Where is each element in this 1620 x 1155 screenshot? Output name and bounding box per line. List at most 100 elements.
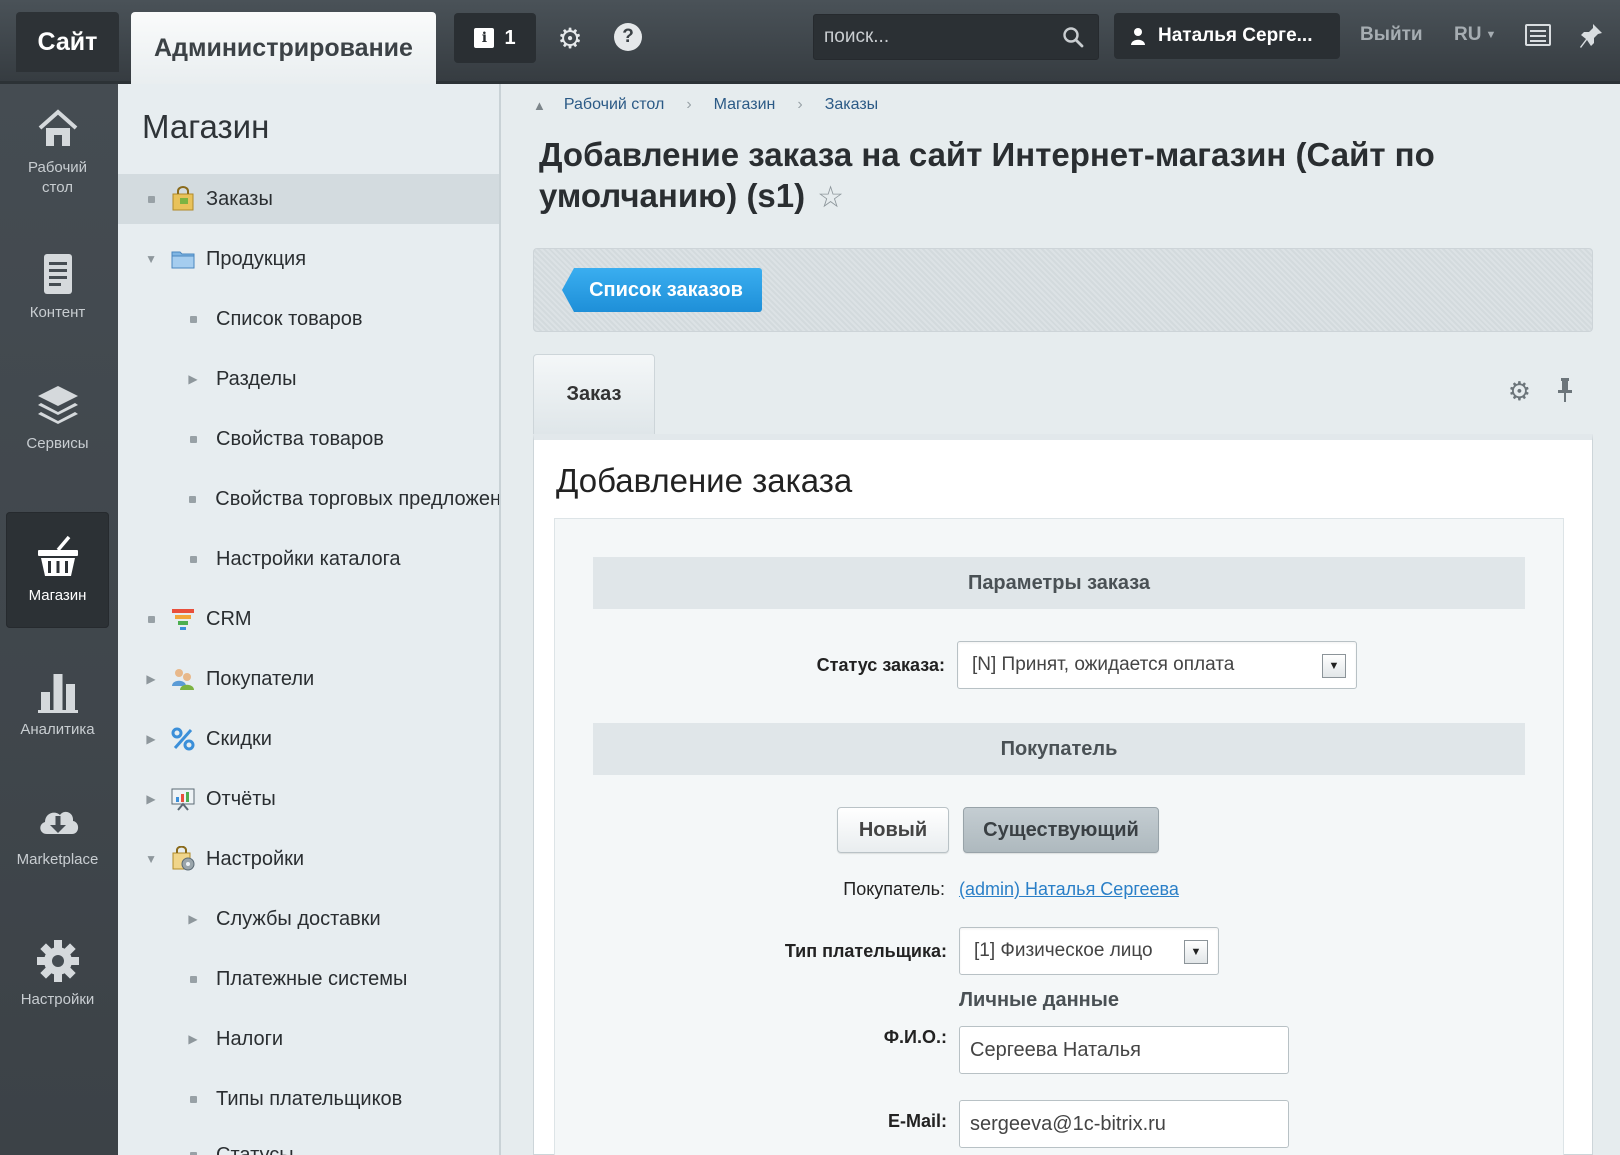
- document-icon: [43, 254, 72, 294]
- logout-link[interactable]: Выйти: [1360, 24, 1423, 46]
- dropdown-arrow-icon: ▼: [1322, 654, 1346, 678]
- menu-item-discounts[interactable]: ▶ Скидки: [118, 714, 499, 764]
- menu-item-settings[interactable]: ▼ Настройки: [118, 834, 499, 884]
- pin-tab-icon[interactable]: [1555, 376, 1575, 404]
- presentation-board-icon: [171, 788, 195, 811]
- search-input[interactable]: [824, 15, 1054, 59]
- pin-icon[interactable]: [1578, 22, 1604, 50]
- rail-item-marketplace[interactable]: Marketplace: [6, 776, 109, 892]
- order-list-button[interactable]: Список заказов: [562, 268, 762, 312]
- top-bar: Сайт Администрирование i 1 ⚙ ? Наталья С…: [0, 0, 1620, 84]
- collapsed-arrow-icon[interactable]: ▶: [188, 912, 198, 926]
- funnel-icon: [172, 609, 194, 630]
- buyer-label: Покупатель:: [843, 879, 945, 899]
- status-label: Статус заказа:: [816, 655, 945, 675]
- menu-item-product-properties[interactable]: Свойства товаров: [118, 414, 499, 464]
- notifications-count: 1: [504, 26, 516, 49]
- breadcrumb: ▲ Рабочий стол › Магазин › Заказы: [533, 96, 878, 114]
- chevron-right-icon: ›: [797, 96, 803, 113]
- email-input[interactable]: [959, 1100, 1289, 1148]
- collapsed-arrow-icon[interactable]: ▶: [146, 732, 156, 746]
- site-tab[interactable]: Сайт: [16, 12, 119, 72]
- settings-bag-icon: [172, 846, 195, 871]
- menu-item-reports[interactable]: ▶ Отчёты: [118, 774, 499, 824]
- user-menu-button[interactable]: Наталья Серге...: [1114, 13, 1340, 59]
- keyboard-icon[interactable]: [1525, 24, 1551, 46]
- menu-item-product-list[interactable]: Список товаров: [118, 294, 499, 344]
- rail-item-settings[interactable]: Настройки: [6, 916, 109, 1032]
- rail-item-desktop[interactable]: Рабочий стол: [6, 94, 109, 210]
- email-label: E-Mail:: [887, 1111, 947, 1131]
- status-select[interactable]: [N] Принят, ожидается оплата ▼: [957, 641, 1357, 689]
- main-content: ▲ Рабочий стол › Магазин › Заказы Добавл…: [503, 84, 1620, 1155]
- expanded-arrow-icon[interactable]: ▼: [145, 252, 157, 266]
- page-title: Добавление заказа на сайт Интернет-магаз…: [539, 136, 1435, 214]
- fio-input[interactable]: [959, 1026, 1289, 1074]
- collapsed-arrow-icon[interactable]: ▶: [188, 372, 198, 386]
- menu-item-products[interactable]: ▼ Продукция: [118, 234, 499, 284]
- notifications-button[interactable]: i 1: [454, 13, 536, 63]
- folder-icon: [171, 251, 195, 269]
- menu-item-delivery[interactable]: ▶ Службы доставки: [118, 894, 499, 944]
- star-icon[interactable]: ☆: [817, 181, 844, 214]
- left-icon-rail: Рабочий стол Контент Сервисы Магазин Ана…: [0, 84, 118, 1155]
- menu-item-payment-systems[interactable]: Платежные системы: [118, 954, 499, 1004]
- chevron-right-icon: ›: [686, 96, 692, 113]
- new-buyer-button[interactable]: Новый: [837, 807, 949, 853]
- dropdown-arrow-icon: ▼: [1184, 940, 1208, 964]
- user-name: Наталья Серге...: [1158, 25, 1313, 46]
- buyer-link[interactable]: (admin) Наталья Сергеева: [959, 879, 1179, 900]
- fio-label: Ф.И.О.:: [883, 1027, 947, 1047]
- gear-icon: [36, 940, 79, 982]
- tab-settings-gear-icon[interactable]: ⚙: [1508, 376, 1531, 407]
- shopping-bag-icon: [172, 186, 194, 211]
- context-toolbar: Список заказов: [533, 248, 1593, 332]
- home-icon: [38, 109, 77, 146]
- menu-item-taxes[interactable]: ▶ Налоги: [118, 1014, 499, 1064]
- menu-item-catalog-settings[interactable]: Настройки каталога: [118, 534, 499, 584]
- rail-item-content[interactable]: Контент: [6, 229, 109, 345]
- payer-type-label: Тип плательщика:: [784, 941, 947, 961]
- bar-chart-icon: [37, 674, 78, 713]
- section-order-params: Параметры заказа: [593, 557, 1525, 609]
- basket-icon: [37, 535, 78, 576]
- expanded-arrow-icon[interactable]: ▼: [145, 852, 157, 866]
- rail-item-services[interactable]: Сервисы: [6, 360, 109, 476]
- payer-type-select[interactable]: [1] Физическое лицо ▼: [959, 927, 1219, 975]
- percent-icon: [171, 727, 195, 751]
- rail-item-shop[interactable]: Магазин: [6, 512, 109, 628]
- menu-item-orders[interactable]: Заказы: [118, 174, 499, 224]
- caret-down-icon: ▼: [1485, 28, 1497, 41]
- menu-item-statuses[interactable]: Статусы: [118, 1130, 499, 1155]
- admin-tab[interactable]: Администрирование: [131, 12, 436, 84]
- search-icon[interactable]: [1062, 26, 1084, 48]
- menu-item-payer-types[interactable]: Типы плательщиков: [118, 1074, 499, 1124]
- language-label: RU: [1454, 24, 1482, 45]
- settings-gear-icon[interactable]: ⚙: [554, 18, 586, 58]
- rail-item-analytics[interactable]: Аналитика: [6, 646, 109, 762]
- menu-item-crm[interactable]: CRM: [118, 594, 499, 644]
- tab-strip: Заказ ⚙: [533, 354, 1593, 434]
- cloud-download-icon: [39, 811, 78, 834]
- language-selector[interactable]: RU ▼: [1454, 24, 1496, 46]
- help-icon[interactable]: ?: [614, 23, 642, 51]
- collapsed-arrow-icon[interactable]: ▶: [188, 1032, 198, 1046]
- breadcrumb-shop[interactable]: Магазин: [714, 96, 776, 114]
- menu-item-sections[interactable]: ▶ Разделы: [118, 354, 499, 404]
- form-title: Добавление заказа: [556, 462, 853, 499]
- tab-order[interactable]: Заказ: [533, 354, 655, 434]
- menu-title: Магазин: [142, 108, 270, 145]
- info-icon: i: [474, 28, 495, 48]
- section-buyer: Покупатель: [593, 723, 1525, 775]
- menu-item-customers[interactable]: ▶ Покупатели: [118, 654, 499, 704]
- collapsed-arrow-icon[interactable]: ▶: [146, 672, 156, 686]
- personal-data-heading: Личные данные: [959, 989, 1119, 1011]
- existing-buyer-button[interactable]: Существующий: [963, 807, 1159, 853]
- breadcrumb-desktop[interactable]: Рабочий стол: [564, 96, 664, 114]
- breadcrumb-orders[interactable]: Заказы: [825, 96, 878, 114]
- up-arrow-icon[interactable]: ▲: [533, 98, 546, 113]
- search-box: [813, 14, 1099, 60]
- form-body: Параметры заказа Статус заказа: [N] Прин…: [554, 518, 1564, 1155]
- menu-item-offer-properties[interactable]: Свойства торговых предложен: [118, 474, 499, 524]
- collapsed-arrow-icon[interactable]: ▶: [146, 792, 156, 806]
